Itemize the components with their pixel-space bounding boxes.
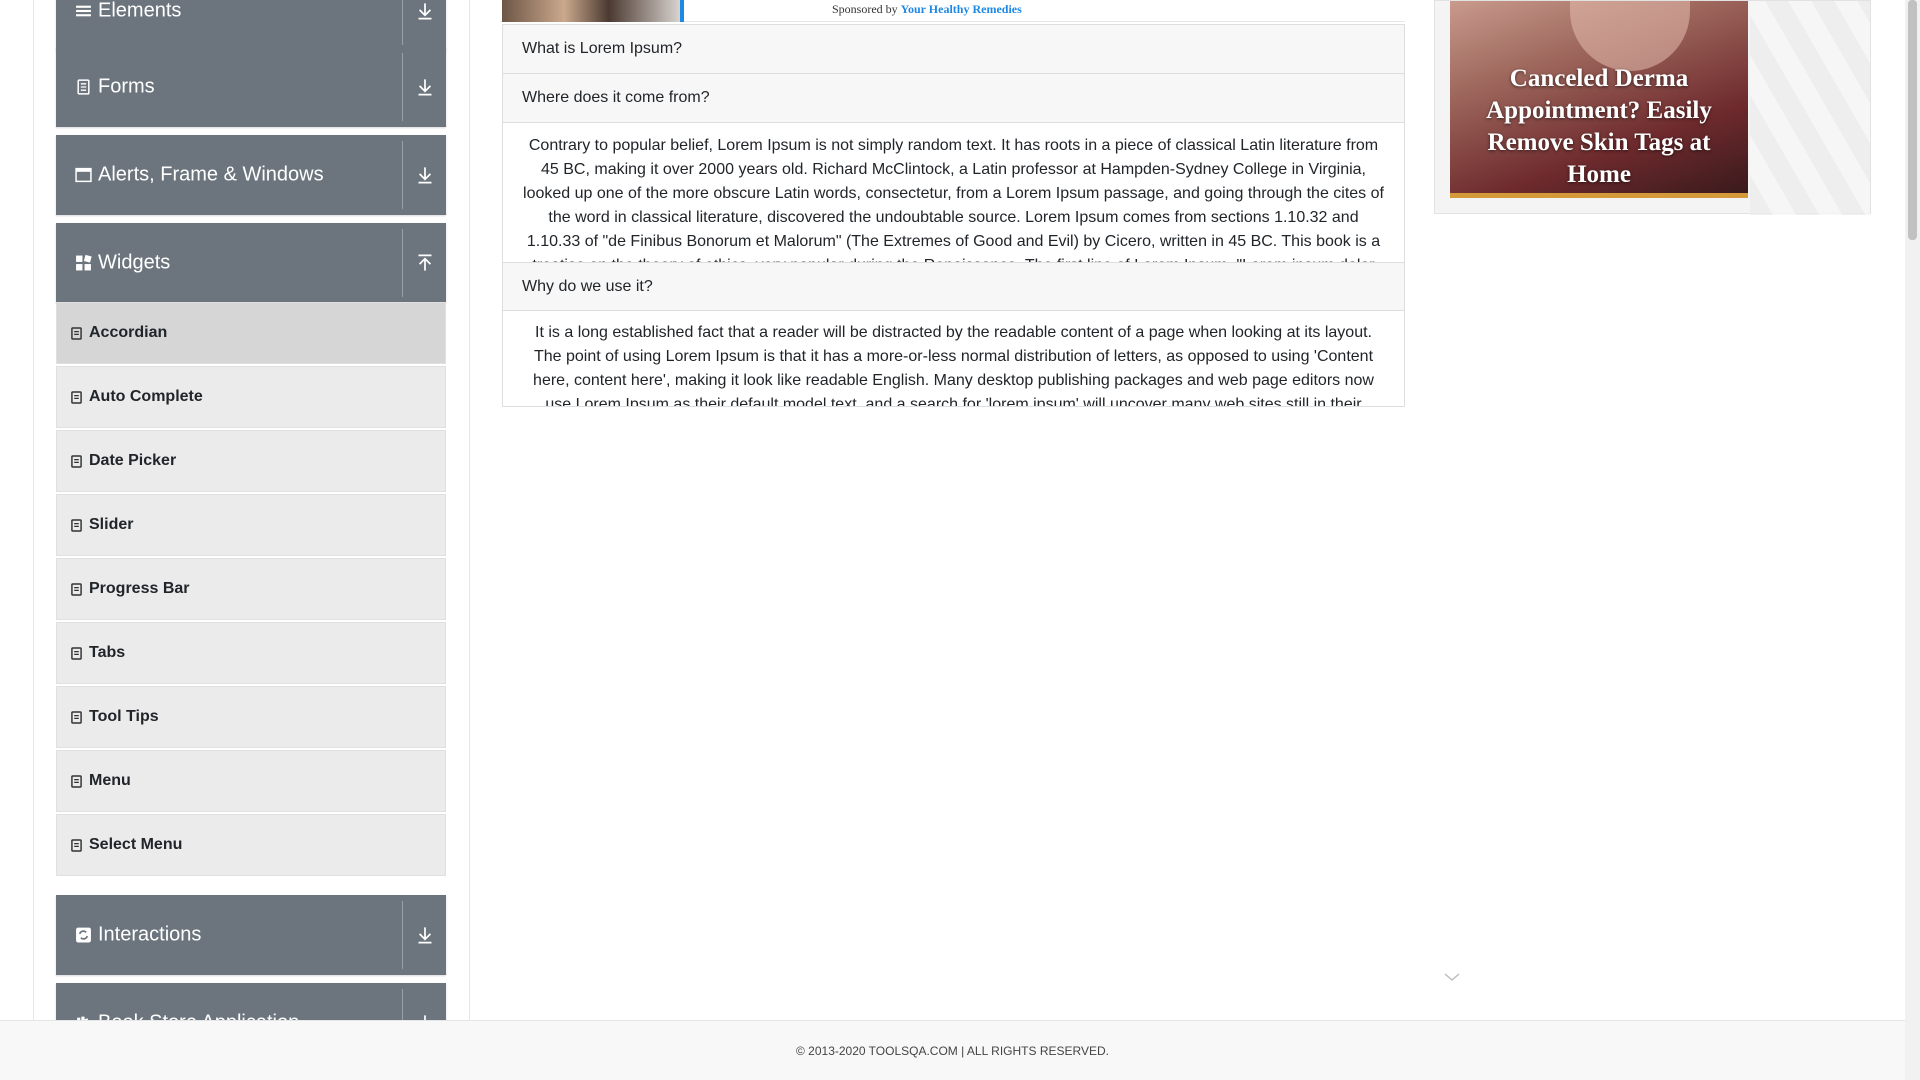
item-icon <box>71 710 82 724</box>
group-header-interactions[interactable]: Interactions <box>56 895 446 975</box>
menu-item-label: Auto Complete <box>89 388 203 405</box>
menu-item-label: Slider <box>89 516 134 533</box>
group-label-forms: Forms <box>98 75 155 98</box>
item-icon <box>71 454 82 468</box>
menu-item-slider[interactable]: Slider <box>56 494 446 556</box>
expand-down-icon[interactable] <box>412 922 438 948</box>
menu-item-tabs[interactable]: Tabs <box>56 622 446 684</box>
group-label-elements: Elements <box>98 0 182 22</box>
divider <box>402 53 403 121</box>
divider <box>402 229 403 297</box>
ad-background-pattern <box>1750 1 1870 215</box>
footer-copyright: © 2013-2020 TOOLSQA.COM | ALL RIGHTS RES… <box>796 1044 1109 1058</box>
footer: © 2013-2020 TOOLSQA.COM | ALL RIGHTS RES… <box>0 1020 1905 1080</box>
scrollbar[interactable] <box>1905 0 1920 1080</box>
accordion-body-why-use: It is a long established fact that a rea… <box>503 311 1404 406</box>
menu-item-menu[interactable]: Menu <box>56 750 446 812</box>
collapse-up-icon[interactable] <box>412 250 438 276</box>
divider <box>402 901 403 969</box>
group-header-alerts[interactable]: Alerts, Frame & Windows <box>56 135 446 215</box>
accordion-body-where-from: Contrary to popular belief, Lorem Ipsum … <box>503 123 1404 262</box>
divider <box>402 0 403 45</box>
item-icon <box>71 518 82 532</box>
menu-item-label: Tabs <box>89 644 126 661</box>
window-icon <box>75 167 92 183</box>
group-header-forms[interactable]: Forms <box>56 47 446 127</box>
left-sidebar: Elements Forms Alerts, Frame & Windows W… <box>33 0 470 1063</box>
menu-item-label: Menu <box>89 772 131 789</box>
forms-icon <box>77 79 90 95</box>
accordion: What is Lorem Ipsum? Where does it come … <box>502 24 1405 407</box>
group-label-widgets: Widgets <box>98 251 171 274</box>
menu-item-progress-bar[interactable]: Progress Bar <box>56 558 446 620</box>
right-ad[interactable]: Canceled Derma Appointment? Easily Remov… <box>1434 0 1871 215</box>
widgets-menu: Accordian Auto Complete Date Picker Slid… <box>56 302 446 878</box>
accordion-body-text: Contrary to popular belief, Lorem Ipsum … <box>523 137 1384 262</box>
accordion-title: Where does it come from? <box>522 89 710 106</box>
ad-thumbnail <box>502 0 684 22</box>
accordion-header-why-use[interactable]: Why do we use it? <box>503 262 1404 311</box>
menu-item-label: Date Picker <box>89 452 177 469</box>
menu-item-date-picker[interactable]: Date Picker <box>56 430 446 492</box>
item-icon <box>71 646 82 660</box>
expand-down-icon[interactable] <box>412 0 438 24</box>
sponsored-prefix: Sponsored by <box>832 2 898 16</box>
page: Elements Forms Alerts, Frame & Windows W… <box>0 0 1920 1080</box>
sponsor-link[interactable]: Your Healthy Remedies <box>901 2 1022 16</box>
group-label-alerts: Alerts, Frame & Windows <box>98 163 324 186</box>
expand-down-icon[interactable] <box>412 74 438 100</box>
menu-item-auto-complete[interactable]: Auto Complete <box>56 366 446 428</box>
item-icon <box>71 838 82 852</box>
accordion-header-what-is[interactable]: What is Lorem Ipsum? <box>503 25 1404 74</box>
item-icon <box>71 326 82 340</box>
elements-icon <box>76 5 91 17</box>
divider <box>402 141 403 209</box>
item-icon <box>71 582 82 596</box>
ad-headline: Canceled Derma Appointment? Easily Remov… <box>1486 65 1712 188</box>
item-icon <box>71 390 82 404</box>
accordion-header-where-from[interactable]: Where does it come from? <box>503 74 1404 123</box>
menu-item-tool-tips[interactable]: Tool Tips <box>56 686 446 748</box>
chevron-down-icon <box>1444 973 1460 981</box>
menu-item-label: Accordian <box>89 324 168 341</box>
sponsored-text: Sponsored by Your Healthy Remedies <box>832 2 1022 17</box>
widgets-icon <box>76 254 92 271</box>
interactions-icon <box>76 927 91 943</box>
scrollbar-thumb[interactable] <box>1908 0 1917 240</box>
expand-down-icon[interactable] <box>412 162 438 188</box>
group-header-widgets[interactable]: Widgets <box>56 223 446 303</box>
menu-item-label: Progress Bar <box>89 580 190 597</box>
group-label-interactions: Interactions <box>98 923 202 946</box>
menu-item-accordian[interactable]: Accordian <box>56 302 446 364</box>
group-header-elements[interactable]: Elements <box>56 0 446 51</box>
menu-item-select-menu[interactable]: Select Menu <box>56 814 446 876</box>
item-icon <box>71 774 82 788</box>
menu-item-label: Tool Tips <box>89 708 159 725</box>
ad-image[interactable]: Canceled Derma Appointment? Easily Remov… <box>1450 1 1748 198</box>
menu-item-label: Select Menu <box>89 836 183 853</box>
top-ad-strip[interactable]: Sponsored by Your Healthy Remedies <box>500 0 1405 22</box>
accordion-title: What is Lorem Ipsum? <box>522 40 683 57</box>
accordion-body-text: It is a long established fact that a rea… <box>533 324 1374 406</box>
accordion-title: Why do we use it? <box>522 277 653 295</box>
ad-photo <box>1570 1 1690 71</box>
